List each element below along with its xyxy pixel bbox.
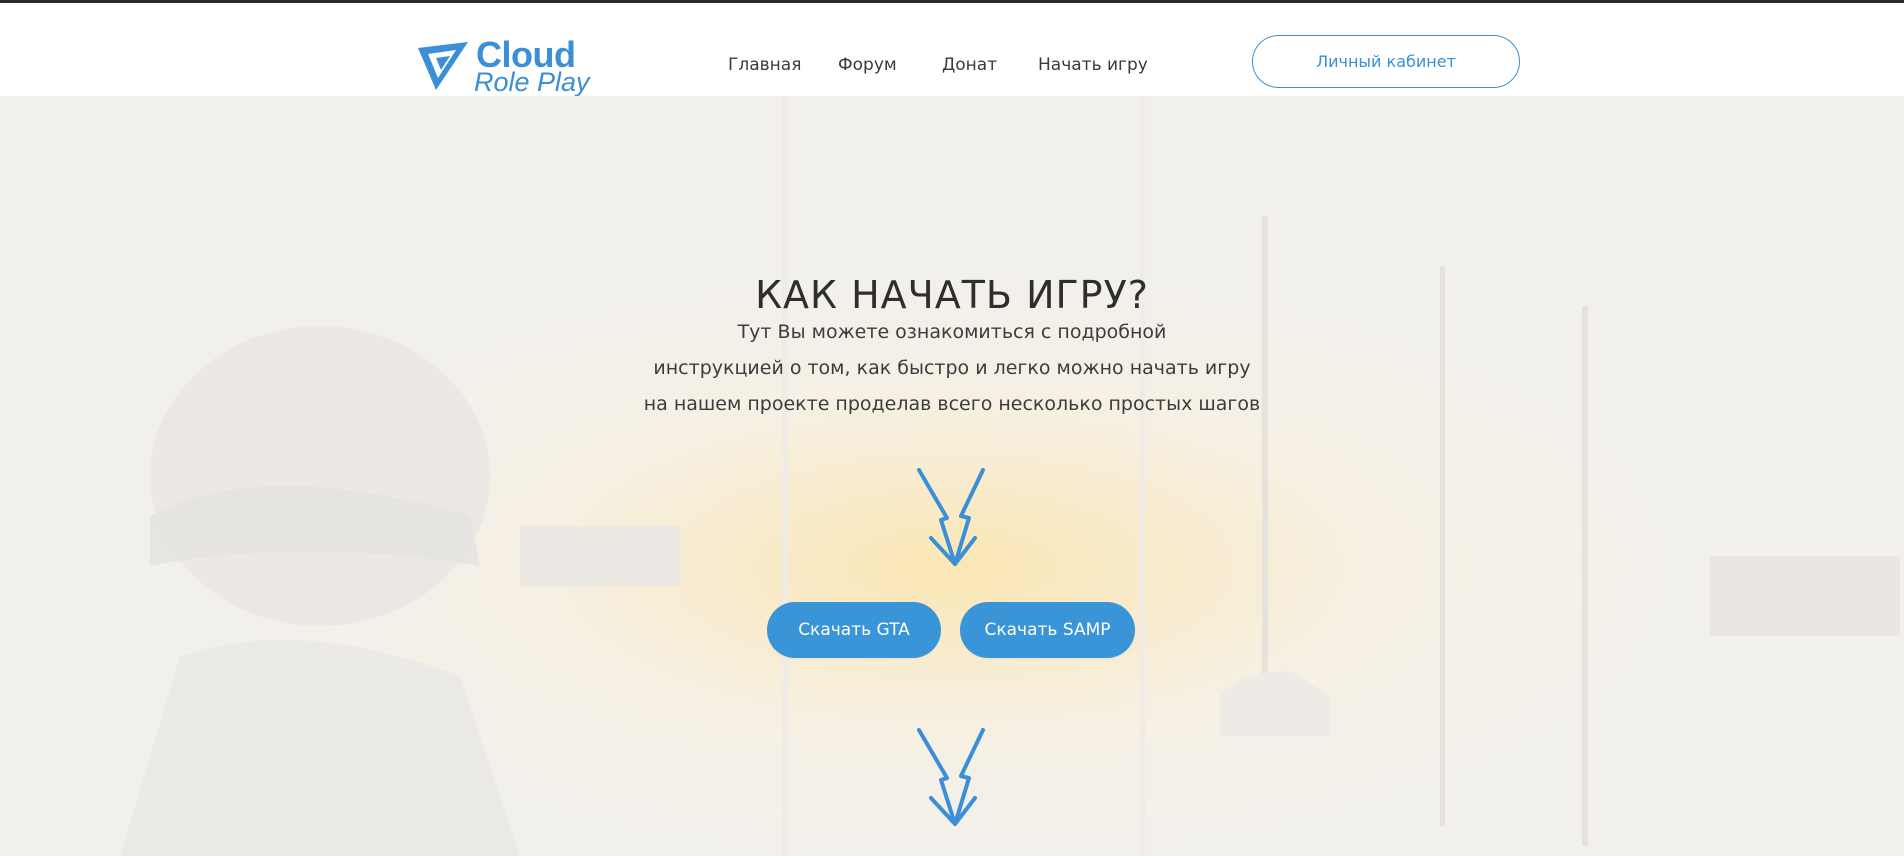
- hero-description-line: Тут Вы можете ознакомиться с подробной: [737, 321, 1167, 343]
- nav-item-home[interactable]: Главная: [728, 55, 801, 75]
- site-logo[interactable]: Cloud Role Play: [416, 33, 596, 97]
- hero-description-line: на нашем проекте проделав всего нескольк…: [643, 393, 1261, 415]
- hero-description-line: инструкцией о том, как быстро и легко мо…: [653, 357, 1251, 379]
- nav-item-start-game[interactable]: Начать игру: [1038, 55, 1148, 75]
- hero-section: КАК НАЧАТЬ ИГРУ? Тут Вы можете ознакомит…: [0, 96, 1904, 856]
- download-samp-button[interactable]: Скачать SAMP: [960, 602, 1135, 658]
- download-gta-button[interactable]: Скачать GTA: [767, 602, 941, 658]
- site-header: Cloud Role Play Главная Форум Донат Нача…: [0, 3, 1904, 97]
- logo-text-role-play: Role Play: [474, 67, 590, 97]
- nav-item-donate[interactable]: Донат: [942, 55, 997, 75]
- lightning-arrow-down-icon: [917, 728, 985, 826]
- triangle-logo-icon: [418, 42, 468, 90]
- personal-account-button[interactable]: Личный кабинет: [1252, 35, 1520, 88]
- hero-description: Тут Вы можете ознакомиться с подробной и…: [0, 314, 1904, 422]
- nav-item-forum[interactable]: Форум: [838, 55, 897, 75]
- hero-title: КАК НАЧАТЬ ИГРУ?: [755, 273, 1149, 318]
- lightning-arrow-down-icon: [917, 468, 985, 566]
